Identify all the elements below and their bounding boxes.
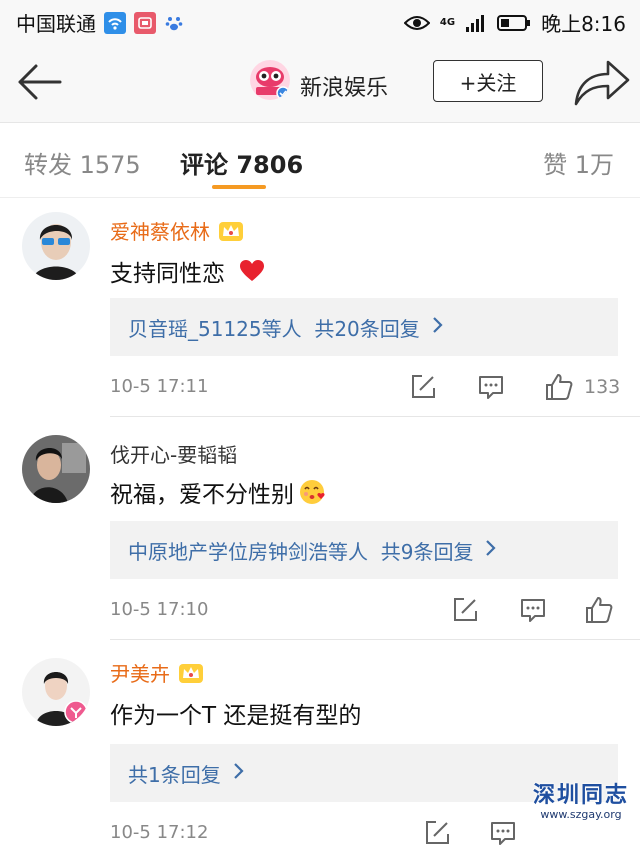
share-button[interactable] — [570, 56, 632, 110]
watermark-url: www.szgay.org — [528, 808, 634, 822]
clock-label: 晚上8:16 — [541, 12, 626, 36]
comment-header: 尹美卉 — [110, 658, 204, 687]
avatar[interactable] — [22, 435, 90, 503]
crown-badge-icon — [178, 662, 204, 684]
username[interactable]: 伐开心-要韬韬 — [110, 439, 237, 468]
active-tab-indicator — [212, 185, 266, 189]
avatar[interactable] — [22, 658, 90, 726]
comment-item: 爱神蔡依林 支持同性恋 贝音瑶_51125等人 共20条回复 10-5 17:1… — [0, 198, 640, 417]
tab-likes[interactable]: 赞 1万 — [543, 145, 614, 180]
watermark: 深圳同志 www.szgay.org — [528, 782, 634, 828]
comment-header: 爱神蔡依林 — [110, 216, 244, 245]
reply-summary-text: 中原地产学位房钟剑浩等人 共9条回复 — [128, 539, 474, 564]
comment-time: 10-5 17:11 — [110, 376, 209, 397]
username[interactable]: 尹美卉 — [110, 658, 170, 687]
comment-body: 祝福，爱不分性别 — [110, 482, 294, 508]
watermark-title: 深圳同志 — [532, 782, 629, 808]
network-type-label: 4G — [439, 17, 456, 28]
reply-summary-text: 共1条回复 — [128, 762, 221, 787]
chevron-right-icon — [233, 761, 245, 785]
status-left: 中国联通 — [16, 8, 184, 37]
crown-badge-icon — [218, 220, 244, 242]
female-badge-icon — [64, 700, 88, 724]
like-icon[interactable] — [584, 595, 614, 625]
comment-item: 伐开心-要韬韬 祝福，爱不分性别 中原地产学位房钟剑浩等人 共9条回复 10-5… — [0, 417, 640, 640]
wifi-hotspot-icon — [104, 11, 126, 34]
comment-icon[interactable] — [518, 595, 548, 625]
comment-meta: 10-5 17:10 — [110, 593, 630, 627]
app-notification-icon — [134, 11, 156, 34]
follow-label: +关注 — [459, 70, 517, 95]
status-right: 4G 晚上8:16 — [403, 8, 626, 37]
follow-button[interactable]: +关注 — [433, 60, 543, 102]
comment-time: 10-5 17:12 — [110, 822, 209, 843]
chevron-right-icon — [485, 538, 497, 562]
carrier-label: 中国联通 — [16, 12, 96, 36]
signal-icon — [465, 13, 487, 33]
comment-time: 10-5 17:10 — [110, 599, 209, 620]
repost-icon[interactable] — [408, 372, 438, 402]
repost-icon[interactable] — [450, 595, 480, 625]
comment-text: 支持同性恋 — [110, 254, 265, 288]
comment-icon[interactable] — [488, 818, 518, 848]
back-button[interactable] — [14, 62, 64, 102]
battery-icon — [497, 14, 531, 32]
reply-summary[interactable]: 中原地产学位房钟剑浩等人 共9条回复 — [110, 521, 618, 579]
user-photo-icon — [22, 435, 90, 503]
like-icon[interactable] — [544, 372, 574, 402]
tab-reposts[interactable]: 转发 1575 — [24, 145, 141, 180]
avatar[interactable] — [22, 212, 90, 280]
heart-emoji-icon — [239, 259, 265, 283]
comment-body: 支持同性恋 — [110, 261, 225, 287]
comment-text: 作为一个T 还是挺有型的 — [110, 696, 361, 730]
comment-header: 伐开心-要韬韬 — [110, 439, 237, 468]
kiss-emoji-icon — [298, 478, 326, 506]
comment-icon[interactable] — [476, 372, 506, 402]
page-title: 新浪娱乐 — [300, 76, 389, 101]
paw-icon — [164, 13, 184, 33]
share-arrow-icon — [574, 60, 630, 106]
account-avatar[interactable] — [250, 60, 290, 100]
comment-meta: 10-5 17:11 133 — [110, 370, 630, 404]
status-bar: 中国联通 4G 晚上8:16 — [0, 0, 640, 44]
nav-bar: 新浪娱乐 +关注 — [0, 44, 640, 123]
reply-summary-text: 贝音瑶_51125等人 共20条回复 — [128, 316, 420, 341]
arrow-left-icon — [18, 64, 62, 100]
tab-comments[interactable]: 评论 7806 — [180, 145, 303, 180]
comment-body: 作为一个T 还是挺有型的 — [110, 703, 362, 729]
like-count: 133 — [584, 376, 621, 398]
reply-summary[interactable]: 贝音瑶_51125等人 共20条回复 — [110, 298, 618, 356]
chevron-right-icon — [432, 315, 444, 339]
comment-text: 祝福，爱不分性别 — [110, 475, 326, 509]
user-photo-icon — [22, 212, 90, 280]
eye-icon — [403, 14, 430, 32]
tab-bar: 转发 1575 评论 7806 赞 1万 — [0, 123, 640, 198]
username[interactable]: 爱神蔡依林 — [110, 216, 210, 245]
repost-icon[interactable] — [422, 818, 452, 848]
sina-eye-logo-icon — [250, 60, 290, 100]
